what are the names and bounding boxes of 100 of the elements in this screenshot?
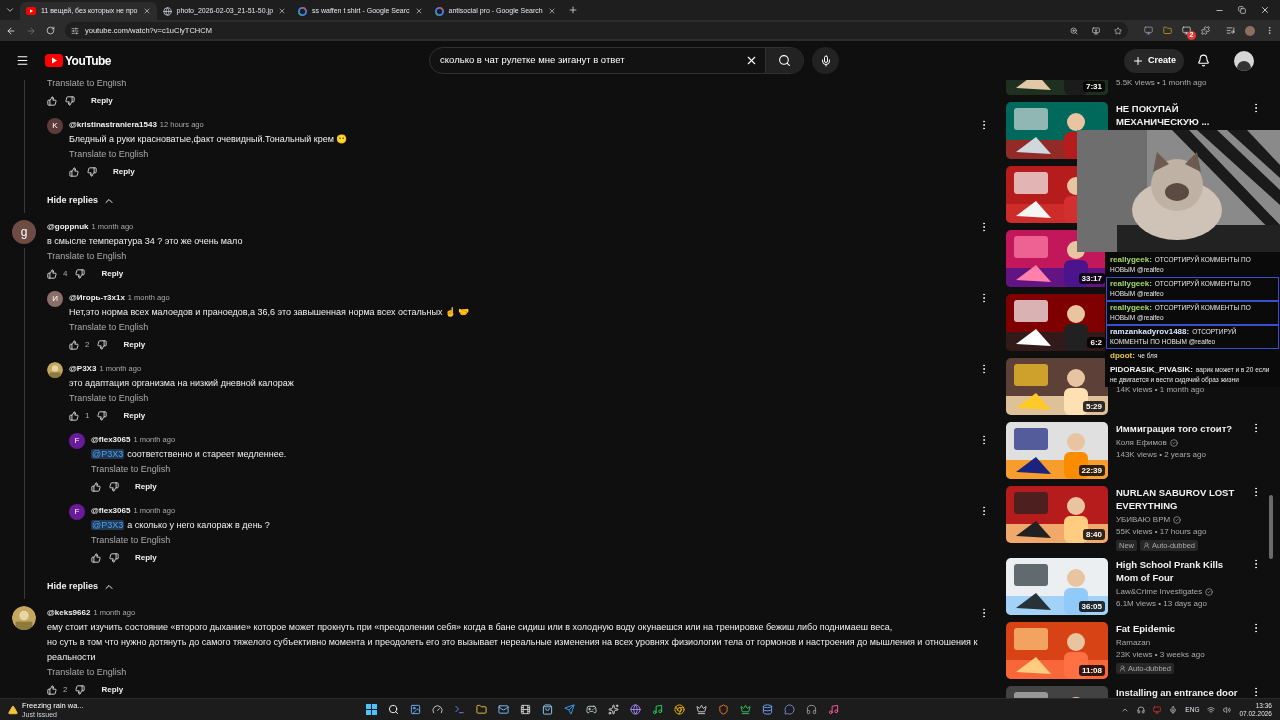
video-title[interactable]: High School Prank Kills Mom of Four <box>1116 558 1242 584</box>
like-icon[interactable] <box>69 411 79 421</box>
dislike-icon[interactable] <box>97 411 108 421</box>
extension-icon[interactable] <box>1182 26 1191 35</box>
video-title[interactable]: Installing an entrance door <box>1116 686 1242 698</box>
restore-icon[interactable] <box>1238 6 1246 14</box>
chrome-icon[interactable] <box>674 704 686 715</box>
youtube-logo[interactable]: YouTube <box>45 51 112 70</box>
video-title[interactable]: NURLAN SABUROV LOST EVERYTHING <box>1116 486 1242 512</box>
notifications-icon[interactable] <box>1197 54 1210 67</box>
translate-link[interactable]: Translate to English <box>69 147 149 162</box>
translate-link[interactable]: Translate to English <box>47 80 127 91</box>
hide-replies-button[interactable]: Hide replies <box>47 575 116 599</box>
folder-icon[interactable] <box>1163 26 1172 35</box>
extension-icon[interactable] <box>1144 26 1153 35</box>
comment-author[interactable]: @flex3065 <box>91 433 131 447</box>
image-icon[interactable] <box>410 704 422 715</box>
account-avatar[interactable] <box>1234 50 1254 71</box>
profile-avatar[interactable] <box>1245 25 1255 36</box>
film-icon[interactable] <box>520 704 532 715</box>
folder-icon[interactable] <box>476 704 488 715</box>
reply-button[interactable]: Reply <box>127 477 165 497</box>
close-icon[interactable] <box>1260 5 1270 15</box>
like-icon[interactable] <box>69 340 79 350</box>
translate-link[interactable]: Translate to English <box>47 665 127 680</box>
like-icon[interactable] <box>69 167 79 177</box>
translate-link[interactable]: Translate to English <box>69 391 149 406</box>
zoom-icon[interactable] <box>1070 26 1078 35</box>
like-icon[interactable] <box>91 482 101 492</box>
comment-author[interactable]: @flex3065 <box>91 504 131 518</box>
reply-button[interactable]: Reply <box>115 335 154 355</box>
crown-icon[interactable] <box>740 704 752 715</box>
comment-author[interactable]: @keks9662 <box>47 606 91 620</box>
headphones-icon[interactable] <box>806 704 818 715</box>
channel-name[interactable]: Law&Crime Investigates <box>1116 586 1203 598</box>
mention-link[interactable]: @P3X3 <box>91 520 125 530</box>
install-icon[interactable] <box>1092 26 1100 35</box>
site-info-icon[interactable] <box>71 26 79 35</box>
gauge-icon[interactable] <box>432 704 444 715</box>
puzzle-icon[interactable] <box>1201 26 1210 35</box>
reply-button[interactable]: Reply <box>93 680 132 698</box>
comment-author[interactable]: @goppnuk <box>47 220 89 234</box>
hide-replies-button[interactable]: Hide replies <box>47 189 116 213</box>
search-field[interactable]: сколько в чат рулетке мне зиганут в ответ <box>429 47 805 74</box>
comment-author[interactable]: @kristinastraniera1543 <box>69 118 157 132</box>
crown-icon[interactable] <box>696 704 708 715</box>
video-title[interactable]: Иммиграция того стоит? <box>1116 422 1242 435</box>
music-icon[interactable] <box>652 704 664 715</box>
search-button[interactable] <box>765 48 804 73</box>
network-icon[interactable] <box>1207 705 1216 714</box>
sparkle-icon[interactable] <box>608 704 620 715</box>
video-title[interactable]: НЕ ПОКУПАЙ МЕХАНИЧЕСКУЮ ... <box>1116 102 1242 128</box>
terminal-icon[interactable] <box>454 704 466 715</box>
reply-button[interactable]: Reply <box>105 162 143 182</box>
dislike-icon[interactable] <box>109 482 119 492</box>
microphone-icon[interactable] <box>1169 705 1178 714</box>
search-input[interactable]: сколько в чат рулетке мне зиганут в ответ <box>430 53 746 68</box>
close-icon[interactable] <box>547 7 556 15</box>
reply-button[interactable]: Reply <box>115 406 154 426</box>
create-button[interactable]: Create <box>1124 48 1184 73</box>
mention-link[interactable]: @P3X3 <box>91 449 125 459</box>
menu-icon[interactable] <box>16 54 29 67</box>
like-icon[interactable] <box>47 96 57 106</box>
translate-link[interactable]: Translate to English <box>91 462 171 477</box>
dislike-icon[interactable] <box>75 269 86 279</box>
like-icon[interactable] <box>47 269 57 279</box>
gamepad-icon[interactable] <box>586 704 598 715</box>
dislike-icon[interactable] <box>87 167 97 177</box>
database-icon[interactable] <box>762 704 774 715</box>
video-title[interactable]: Fat Epidemic <box>1116 622 1242 635</box>
search-icon[interactable] <box>388 704 400 715</box>
dislike-icon[interactable] <box>65 96 75 106</box>
translate-link[interactable]: Translate to English <box>69 320 149 335</box>
tab-list-icon[interactable] <box>5 5 15 15</box>
windows-start-icon[interactable] <box>366 704 378 715</box>
weather-warning-icon[interactable] <box>8 704 18 715</box>
bookmark-star-icon[interactable] <box>1114 26 1122 35</box>
send-icon[interactable] <box>564 704 576 715</box>
dislike-icon[interactable] <box>75 685 86 695</box>
reply-button[interactable]: Reply <box>83 91 121 111</box>
media-icon[interactable] <box>1226 26 1235 35</box>
music-icon[interactable] <box>828 704 840 715</box>
dislike-icon[interactable] <box>109 553 119 563</box>
dislike-icon[interactable] <box>97 340 108 350</box>
chat-icon[interactable] <box>784 704 796 715</box>
comment-author[interactable]: @Игорь-т3х1х <box>69 291 125 305</box>
headphones-icon[interactable] <box>1137 705 1146 714</box>
globe-icon[interactable] <box>630 704 642 715</box>
menu-icon[interactable] <box>1265 26 1274 35</box>
volume-icon[interactable] <box>1223 705 1232 714</box>
scrollbar-thumb[interactable] <box>1269 495 1273 559</box>
back-icon[interactable] <box>6 25 16 36</box>
voice-search-button[interactable] <box>812 47 840 74</box>
translate-link[interactable]: Translate to English <box>91 533 171 548</box>
close-icon[interactable] <box>414 7 423 15</box>
close-icon[interactable] <box>278 7 287 15</box>
bag-icon[interactable] <box>542 704 554 715</box>
channel-name[interactable]: Ramazan <box>1116 637 1151 649</box>
mail-icon[interactable] <box>498 704 510 715</box>
reply-button[interactable]: Reply <box>127 548 165 568</box>
